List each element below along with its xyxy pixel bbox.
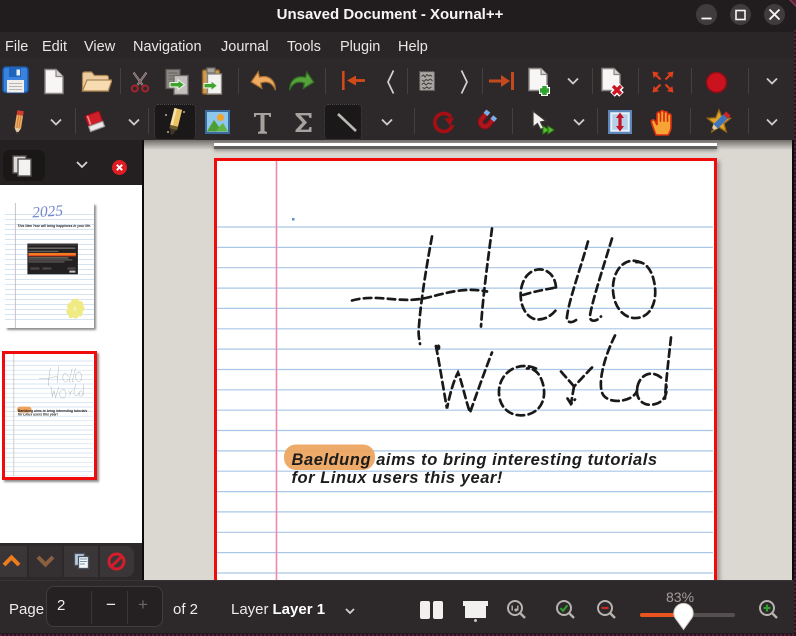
svg-text:for Linux users this year!: for Linux users this year! — [18, 412, 59, 416]
svg-text:This New Year will bring happi: This New Year will bring happiness in yo… — [17, 224, 91, 228]
svg-text:2025: 2025 — [31, 203, 63, 221]
